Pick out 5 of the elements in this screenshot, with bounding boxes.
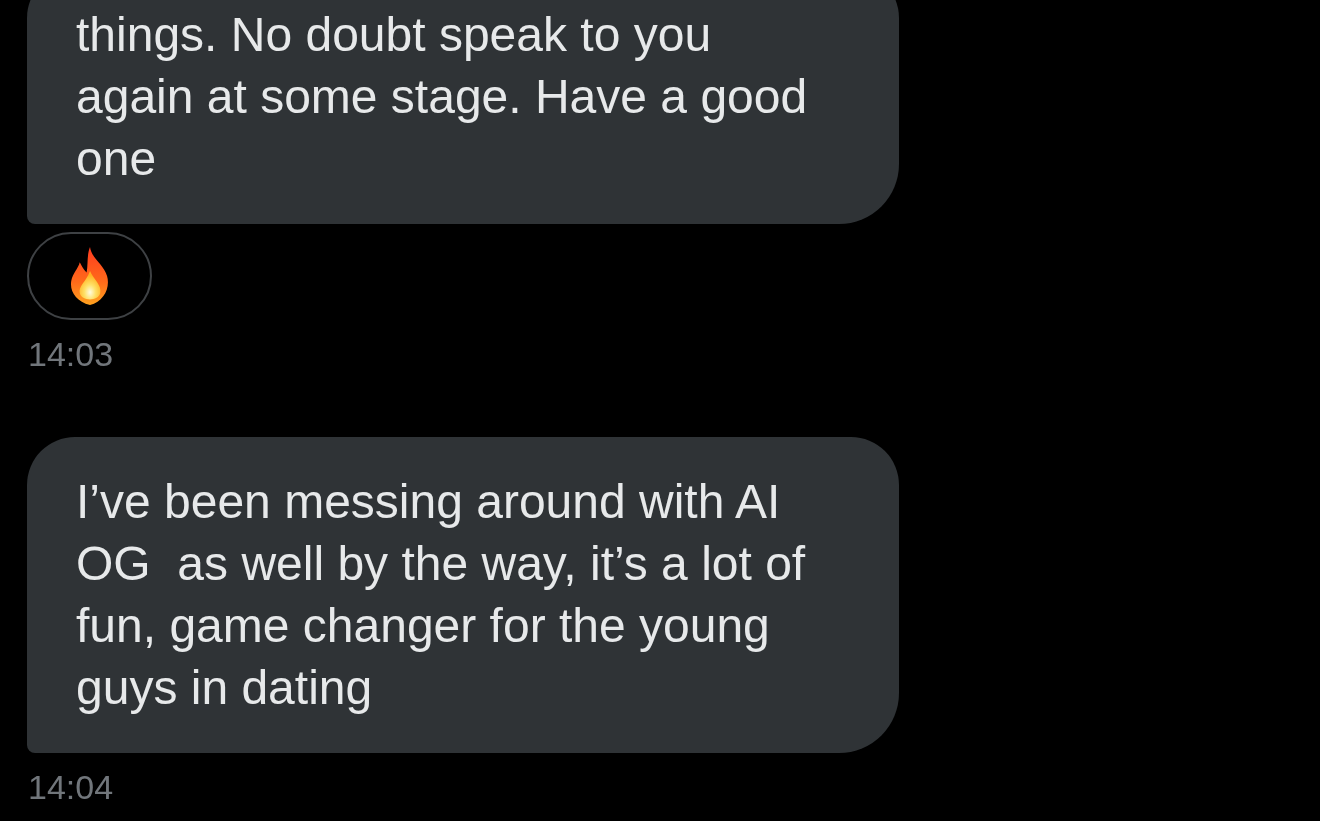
message-text: things. No doubt speak to you again at some stage. Have a good one [76, 7, 809, 187]
reaction-pill[interactable] [27, 232, 152, 320]
message-text: I’ve been messing around with AI OG as well by the way, it’s a lot of fun, game changer for the young guys in dating [76, 474, 807, 716]
message-timestamp: 14:03 [28, 334, 114, 374]
message-timestamp: 14:04 [28, 767, 114, 807]
